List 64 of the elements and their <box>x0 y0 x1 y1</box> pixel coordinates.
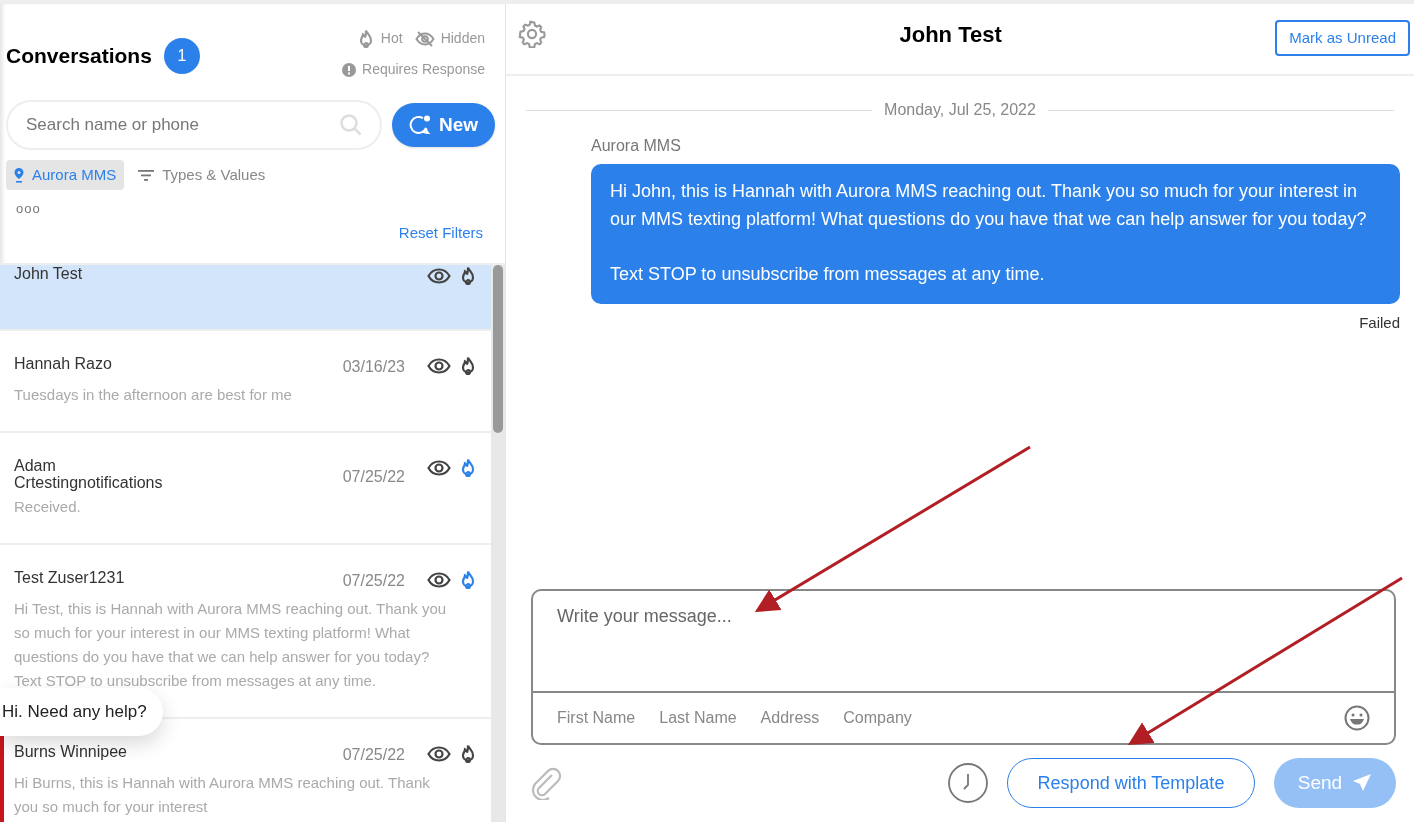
contact-name: John Test <box>14 264 84 282</box>
merge-field-button[interactable]: Company <box>843 706 912 730</box>
contact-name: Hannah Razo <box>14 354 113 372</box>
conversation-item[interactable]: John Test <box>0 264 491 331</box>
search-icon <box>340 114 362 136</box>
message-status: Failed <box>1359 313 1400 333</box>
template-button[interactable]: Respond with Template <box>1007 758 1255 808</box>
conversation-item[interactable]: Adam Crtestingnotifications 07/25/22 Received. <box>0 432 491 545</box>
contact-name: Test Zuser1231 <box>14 568 126 586</box>
flame-icon <box>459 355 477 376</box>
sender-label: Aurora MMS <box>591 137 681 154</box>
flame-icon <box>459 265 477 286</box>
paperclip-icon[interactable] <box>530 766 562 800</box>
clock-icon[interactable] <box>948 763 988 803</box>
search-input[interactable]: Search name or phone <box>26 112 340 138</box>
search-field[interactable]: Search name or phone <box>6 100 382 150</box>
conversation-date: 03/16/23 <box>342 356 405 377</box>
conversation-item[interactable]: Hannah Razo 03/16/23 Tuesdays in the afternoon are best for me <box>0 330 491 433</box>
merge-field-button[interactable]: Address <box>760 706 820 730</box>
date-divider: Monday, Jul 25, 2022 <box>884 100 1036 120</box>
emoji-icon[interactable] <box>1344 705 1370 731</box>
flame-icon <box>459 743 477 764</box>
chat-title: John Test <box>899 21 1002 49</box>
panel-title: Conversations <box>6 43 152 70</box>
filter-icon <box>138 169 155 181</box>
eye-icon[interactable] <box>427 571 451 588</box>
conversation-date: 07/25/22 <box>342 744 405 765</box>
message-input[interactable]: Write your message... <box>533 591 1394 691</box>
eye-icon[interactable] <box>427 745 451 762</box>
filter-chip[interactable]: Types & Values <box>130 160 274 190</box>
contact-name: Burns Winnipee <box>14 742 128 760</box>
legend-label: Requires Response <box>362 60 485 79</box>
settings-icon[interactable] <box>518 20 546 48</box>
chat-bubble-icon <box>408 115 431 135</box>
message-preview: Hi Test, this is Hannah with Aurora MMS reaching out. Thank you so much for your interest in our MMS texting platform! What questions do you have that we can help answer for you today? Text STOP to unsubscribe from messages at any time. <box>14 598 448 691</box>
conversation-date: 07/25/22 <box>342 466 405 487</box>
help-bubble[interactable]: Hi. Need any help? <box>0 688 163 736</box>
message-preview: Tuesdays in the afternoon are best for me <box>14 384 293 405</box>
eye-icon[interactable] <box>427 459 451 476</box>
legend-label: Hot <box>380 29 403 48</box>
legend-label: Hidden <box>440 29 485 48</box>
filter-chip[interactable]: Aurora MMS <box>6 160 125 190</box>
eye-icon[interactable] <box>427 357 451 374</box>
flame-icon <box>459 569 477 590</box>
mark-unread-button[interactable]: Mark as Unread <box>1275 20 1410 56</box>
message-bubble: Hi John, this is Hannah with Aurora MMS reaching out. Thank you so much for your interest in our MMS texting platform! What questions do you have that we can help answer for you today? Text STOP to unsubscribe from messages at any time. <box>591 164 1400 304</box>
pin-icon <box>14 167 24 183</box>
merge-field-button[interactable]: First Name <box>557 706 636 730</box>
more-button[interactable]: ooo <box>16 199 41 219</box>
paper-plane-icon <box>1352 773 1373 793</box>
contact-name: Adam Crtestingnotifications <box>14 456 164 491</box>
new-button[interactable]: New <box>392 103 495 147</box>
alert-icon <box>342 62 357 77</box>
eye-icon[interactable] <box>427 267 451 284</box>
merge-field-button[interactable]: Last Name <box>659 706 737 730</box>
reset-filters-link[interactable]: Reset Filters <box>398 222 483 245</box>
eye-slash-icon <box>414 30 435 47</box>
flame-icon <box>459 457 477 478</box>
count-badge: 1 <box>163 38 200 74</box>
composer-box[interactable]: Write your message... First Name Last Name Address Company <box>531 589 1396 745</box>
conversation-date: 07/25/22 <box>342 570 405 591</box>
scrollbar-thumb[interactable] <box>493 264 503 433</box>
message-preview: Hi Burns, this is Hannah with Aurora MMS reaching out. Thank you so much for your interest <box>14 772 431 817</box>
message-preview: Received. <box>14 496 82 517</box>
